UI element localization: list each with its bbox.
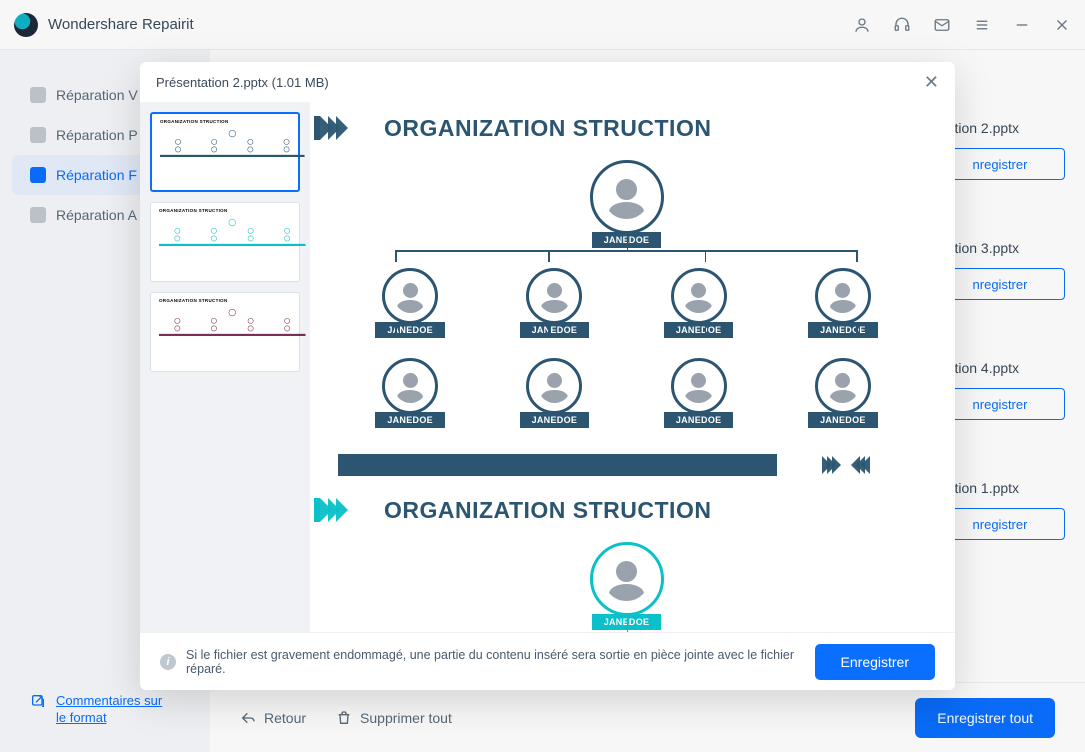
- preview-modal: Présentation 2.pptx (1.01 MB) ✕ ORGANIZA…: [140, 62, 955, 690]
- modal-title: Présentation 2.pptx (1.01 MB): [156, 75, 329, 90]
- node-name: JANEDOE: [808, 412, 878, 428]
- slide-heading: ORGANIZATION STRUCTION: [384, 497, 711, 524]
- save-button[interactable]: Enregistrer: [815, 644, 935, 680]
- preview-area[interactable]: ORGANIZATION STRUCTION: [310, 102, 955, 632]
- thumbnail-panel: ORGANIZATION STRUCTION ORGANIZATION STRU…: [140, 102, 310, 632]
- thumb-heading: ORGANIZATION STRUCTION: [159, 208, 291, 213]
- footer-message: Si le fichier est gravement endommagé, u…: [186, 648, 805, 676]
- node-name: JANEDOE: [664, 412, 734, 428]
- slide-2: ORGANIZATION STRUCTION JANEDOE: [314, 496, 939, 632]
- node-name: JANEDOE: [664, 322, 734, 338]
- node-name: JANEDOE: [375, 322, 445, 338]
- node-name: JANEDOE: [808, 322, 878, 338]
- org-chart: JANEDOE JANEDOE JANEDOE JANEDOE JANEDOE …: [314, 156, 939, 440]
- slide-1: ORGANIZATION STRUCTION: [314, 114, 939, 476]
- close-icon[interactable]: ✕: [924, 72, 939, 93]
- org-chart: JANEDOE: [314, 538, 939, 632]
- thumb-heading: ORGANIZATION STRUCTION: [160, 119, 290, 124]
- thumbnail-1[interactable]: ORGANIZATION STRUCTION: [150, 112, 300, 192]
- node-name: JANEDOE: [375, 412, 445, 428]
- thumb-heading: ORGANIZATION STRUCTION: [159, 298, 291, 303]
- thumbnail-2[interactable]: ORGANIZATION STRUCTION: [150, 202, 300, 282]
- node-name: JANEDOE: [520, 322, 590, 338]
- slide-heading: ORGANIZATION STRUCTION: [384, 115, 711, 142]
- info-icon: i: [160, 654, 176, 670]
- node-name: JANEDOE: [520, 412, 590, 428]
- thumbnail-3[interactable]: ORGANIZATION STRUCTION: [150, 292, 300, 372]
